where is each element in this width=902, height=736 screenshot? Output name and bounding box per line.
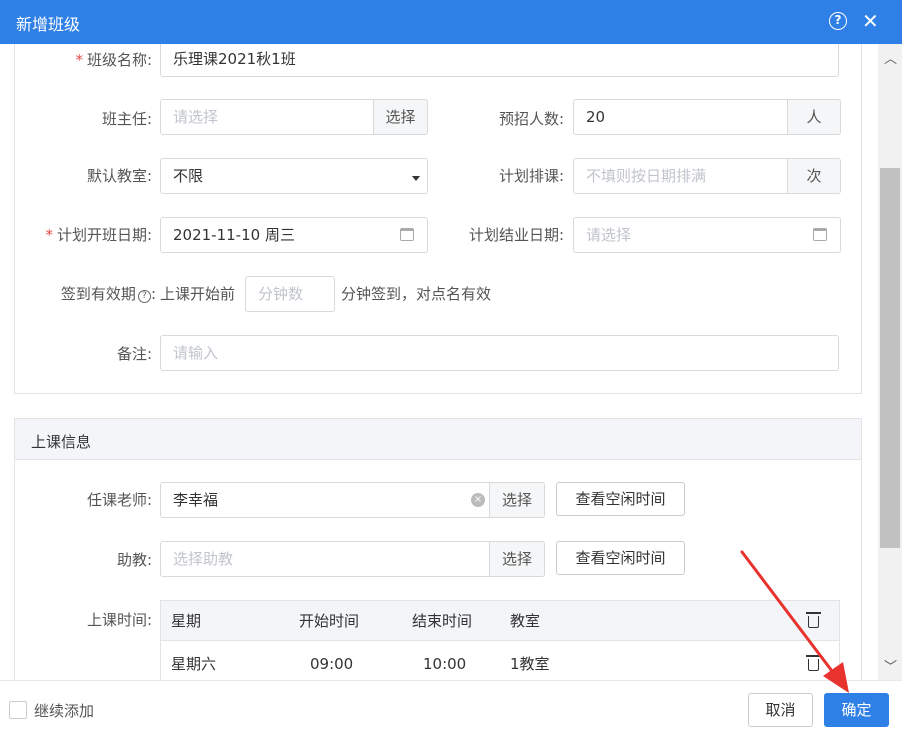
planned-count-label: 预招人数: — [498, 110, 564, 128]
clear-icon[interactable]: × — [471, 493, 485, 507]
remark-label: 备注: — [116, 345, 152, 363]
section-title: 上课信息 — [15, 419, 861, 460]
question-icon[interactable]: ? — [137, 290, 151, 303]
teacher-label: 任课老师: — [86, 491, 152, 509]
confirm-button[interactable]: 确定 — [824, 693, 889, 727]
end-date-input[interactable]: 请选择 — [573, 217, 841, 253]
calendar-icon[interactable] — [400, 228, 414, 241]
head-teacher-input[interactable]: 请选择 — [160, 99, 374, 135]
column-header: 星期 — [171, 612, 202, 630]
scroll-down-icon[interactable]: ﹀ — [884, 656, 897, 675]
cancel-button[interactable]: 取消 — [748, 693, 813, 727]
delete-all-icon[interactable] — [806, 612, 821, 628]
assistant-input[interactable]: 选择助教 — [160, 541, 490, 577]
teacher-input[interactable]: 李幸福 — [160, 482, 490, 518]
class-name-input[interactable]: 乐理课2021秋1班 — [160, 44, 839, 77]
checkin-suffix: 分钟签到，对点名有效 — [341, 285, 492, 303]
row-end: 10:00 — [423, 655, 467, 673]
scroll-up-icon[interactable]: ︿ — [884, 48, 897, 67]
planned-count-unit: 人 — [787, 99, 841, 135]
remark-input[interactable]: 请输入 — [160, 335, 839, 371]
dialog-titlebar: 新增班级 ? ✕ — [0, 0, 902, 44]
teacher-free-time-button[interactable]: 查看空闲时间 — [556, 482, 685, 516]
planned-count-input[interactable]: 20 — [573, 99, 788, 135]
row-room: 1教室 — [510, 655, 550, 673]
class-name-label: * 班级名称: — [75, 51, 152, 69]
checkin-prefix: 上课开始前 — [160, 285, 236, 303]
default-room-select[interactable]: 不限 — [160, 158, 428, 194]
column-header: 教室 — [510, 612, 541, 630]
head-teacher-label: 班主任: — [101, 110, 152, 128]
teacher-select-button[interactable]: 选择 — [489, 482, 545, 518]
checkin-minutes-input[interactable]: 分钟数 — [245, 276, 335, 312]
assistant-label: 助教: — [116, 551, 152, 569]
calendar-icon[interactable] — [813, 228, 827, 241]
column-header: 结束时间 — [412, 612, 473, 630]
planned-sessions-unit: 次 — [787, 158, 841, 194]
assistant-select-button[interactable]: 选择 — [489, 541, 545, 577]
row-day: 星期六 — [171, 655, 217, 673]
assistant-free-time-button[interactable]: 查看空闲时间 — [556, 541, 685, 575]
scrollbar-thumb[interactable] — [880, 168, 900, 548]
start-date-label: * 计划开班日期: — [45, 226, 152, 244]
default-room-label: 默认教室: — [86, 167, 152, 185]
end-date-label: 计划结业日期: — [468, 226, 564, 244]
head-teacher-select-button[interactable]: 选择 — [373, 99, 428, 135]
schedule-table: 星期 开始时间 结束时间 教室 星期六 09:00 10:00 1教室 — [160, 600, 840, 680]
dialog-title: 新增班级 — [16, 15, 81, 34]
scrollbar[interactable]: ︿ ﹀ — [878, 44, 902, 680]
continue-add-checkbox[interactable] — [9, 701, 27, 719]
planned-sessions-input[interactable]: 不填则按日期排满 — [573, 158, 788, 194]
dialog-footer: 继续添加 取消 确定 — [0, 680, 902, 736]
row-start: 09:00 — [310, 655, 354, 673]
checkin-label: 签到有效期?: — [60, 285, 156, 303]
close-icon[interactable]: ✕ — [862, 8, 879, 34]
chevron-down-icon — [412, 176, 420, 181]
continue-add-label[interactable]: 继续添加 — [34, 700, 94, 721]
dialog-content: * 班级名称: 乐理课2021秋1班 班主任: 请选择 选择 预招人数: 20 人… — [0, 44, 878, 680]
column-header: 开始时间 — [299, 612, 360, 630]
start-date-input[interactable]: 2021-11-10 周三 — [160, 217, 428, 253]
schedule-label: 上课时间: — [86, 611, 152, 629]
delete-icon[interactable] — [806, 655, 821, 671]
table-header: 星期 开始时间 结束时间 教室 — [161, 601, 839, 641]
planned-sessions-label: 计划排课: — [498, 167, 564, 185]
help-icon[interactable]: ? — [829, 12, 847, 30]
